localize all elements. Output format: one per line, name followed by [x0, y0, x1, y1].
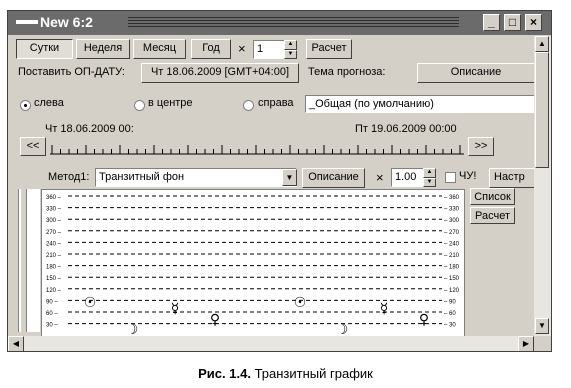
- size-grip[interactable]: [534, 336, 551, 351]
- radio-left-label: слева: [34, 97, 64, 109]
- scroll-down-icon[interactable]: ▼: [535, 318, 549, 334]
- y-tick-label: 120 –: [46, 288, 62, 294]
- title-bar-stripe: [128, 23, 459, 24]
- scroll-right-icon[interactable]: ▶: [518, 336, 534, 351]
- title-bar-stripe: [128, 17, 459, 18]
- multiply-sign: ×: [238, 41, 246, 56]
- scroll-up-icon[interactable]: ▲: [535, 36, 549, 52]
- close-icon[interactable]: ×: [525, 14, 542, 31]
- radio-left[interactable]: [20, 100, 31, 111]
- settings-button[interactable]: Настр: [489, 168, 537, 188]
- app-window: New 6:2 _ □ × Сутки Неделя Месяц Год × 1…: [7, 10, 552, 352]
- sun-icon: ☉: [294, 295, 307, 311]
- moon-icon: ☽: [336, 322, 349, 337]
- sun-icon: ☉: [84, 295, 97, 311]
- calc-button[interactable]: Расчет: [306, 39, 352, 59]
- y-tick-label: – 330: [444, 207, 460, 213]
- window-icon[interactable]: [16, 20, 38, 24]
- chu-checkbox[interactable]: [445, 172, 456, 183]
- y-tick-label: – 180: [444, 265, 460, 271]
- mercury-icon: ☿: [380, 301, 389, 317]
- title-bar-stripe: [128, 26, 459, 27]
- vertical-scrollbar[interactable]: ▲ ▼: [534, 36, 551, 336]
- tab-month[interactable]: Месяц: [133, 39, 186, 59]
- horizontal-scrollbar[interactable]: ◀ ▶: [8, 336, 534, 351]
- factor-input[interactable]: 1.00: [391, 168, 425, 187]
- timeline-end-label: Пт 19.06.2009 00:00: [355, 123, 457, 135]
- y-tick-label: 30 –: [46, 323, 58, 329]
- factor-stepper[interactable]: ▲ ▼: [423, 168, 436, 187]
- tab-day[interactable]: Сутки: [16, 39, 73, 59]
- chu-checkbox-label: ЧУ!: [459, 170, 477, 182]
- radio-center-label: в центре: [148, 97, 193, 109]
- figure-title: Транзитный график: [254, 366, 373, 381]
- y-tick-label: – 150: [444, 276, 460, 282]
- op-date-button[interactable]: Чт 18.06.2009 [GMT+04:00]: [141, 63, 299, 83]
- timeline-ruler[interactable]: [48, 135, 466, 157]
- factor-multiply-sign: ×: [376, 170, 384, 185]
- radio-right[interactable]: [243, 100, 254, 111]
- y-tick-label: 60 –: [46, 311, 58, 317]
- mercury-icon: ☿: [171, 301, 180, 317]
- topic-select[interactable]: _Общая (по умолчанию): [305, 95, 535, 113]
- list-button[interactable]: Список: [470, 188, 515, 205]
- y-tick-label: – 240: [444, 241, 460, 247]
- title-bar-stripe: [128, 20, 459, 21]
- y-tick-label: 180 –: [46, 265, 62, 271]
- y-tick-label: 360 –: [46, 195, 62, 201]
- method-select[interactable]: Транзитный фон: [95, 168, 297, 187]
- figure-number: Рис. 1.4.: [198, 366, 251, 381]
- y-tick-label: – 60: [444, 311, 456, 317]
- maximize-icon[interactable]: □: [504, 14, 521, 31]
- y-tick-label: 240 –: [46, 241, 62, 247]
- radio-right-label: справа: [258, 97, 294, 109]
- moon-icon: ☽: [126, 322, 139, 337]
- y-tick-label: – 90: [444, 299, 456, 305]
- window-title: New 6:2: [40, 14, 93, 30]
- y-tick-label: – 210: [444, 253, 460, 259]
- period-count-input[interactable]: 1: [253, 40, 286, 59]
- venus-icon: ♀: [419, 312, 429, 328]
- tab-week[interactable]: Неделя: [76, 39, 130, 59]
- topic-label: Тема прогноза:: [308, 66, 386, 78]
- y-tick-label: – 30: [444, 323, 456, 329]
- y-tick-label: 270 –: [46, 230, 62, 236]
- method-calc-button[interactable]: Расчет: [470, 207, 515, 224]
- method-description-button[interactable]: Описание: [302, 168, 365, 188]
- minimize-icon[interactable]: _: [483, 14, 500, 31]
- y-tick-label: 150 –: [46, 276, 62, 282]
- period-count-stepper[interactable]: ▲ ▼: [284, 40, 297, 59]
- method-label: Метод1:: [48, 171, 90, 183]
- topic-description-button[interactable]: Описание: [417, 63, 535, 83]
- figure-caption: Рис. 1.4. Транзитный график: [0, 366, 571, 381]
- tab-year[interactable]: Год: [191, 39, 231, 59]
- chevron-down-icon[interactable]: ▼: [282, 169, 297, 186]
- y-tick-label: – 300: [444, 218, 460, 224]
- vertical-scroll-thumb[interactable]: [535, 52, 549, 168]
- y-tick-label: 330 –: [46, 207, 62, 213]
- timeline-prev-button[interactable]: <<: [20, 137, 46, 156]
- timeline-start-label: Чт 18.06.2009 00:: [45, 123, 134, 135]
- y-tick-label: 90 –: [46, 299, 58, 305]
- graph-side-handle[interactable]: [21, 189, 27, 332]
- transit-graph: 360 – 330 – 300 – 270 – 240 – 210 – 180 – 150 –…: [41, 189, 465, 337]
- graph-side-strip: [18, 189, 40, 332]
- timeline-next-button[interactable]: >>: [468, 137, 494, 156]
- y-tick-label: – 270: [444, 230, 460, 236]
- y-tick-label: 210 –: [46, 253, 62, 259]
- y-tick-label: 300 –: [46, 218, 62, 224]
- radio-center[interactable]: [134, 100, 145, 111]
- op-date-label: Поставить ОП-ДАТУ:: [18, 66, 125, 78]
- y-tick-label: – 360: [444, 195, 460, 201]
- venus-icon: ♀: [210, 312, 220, 328]
- y-tick-label: – 120: [444, 288, 460, 294]
- title-bar[interactable]: New 6:2 _ □ ×: [8, 11, 551, 35]
- scroll-left-icon[interactable]: ◀: [8, 336, 24, 351]
